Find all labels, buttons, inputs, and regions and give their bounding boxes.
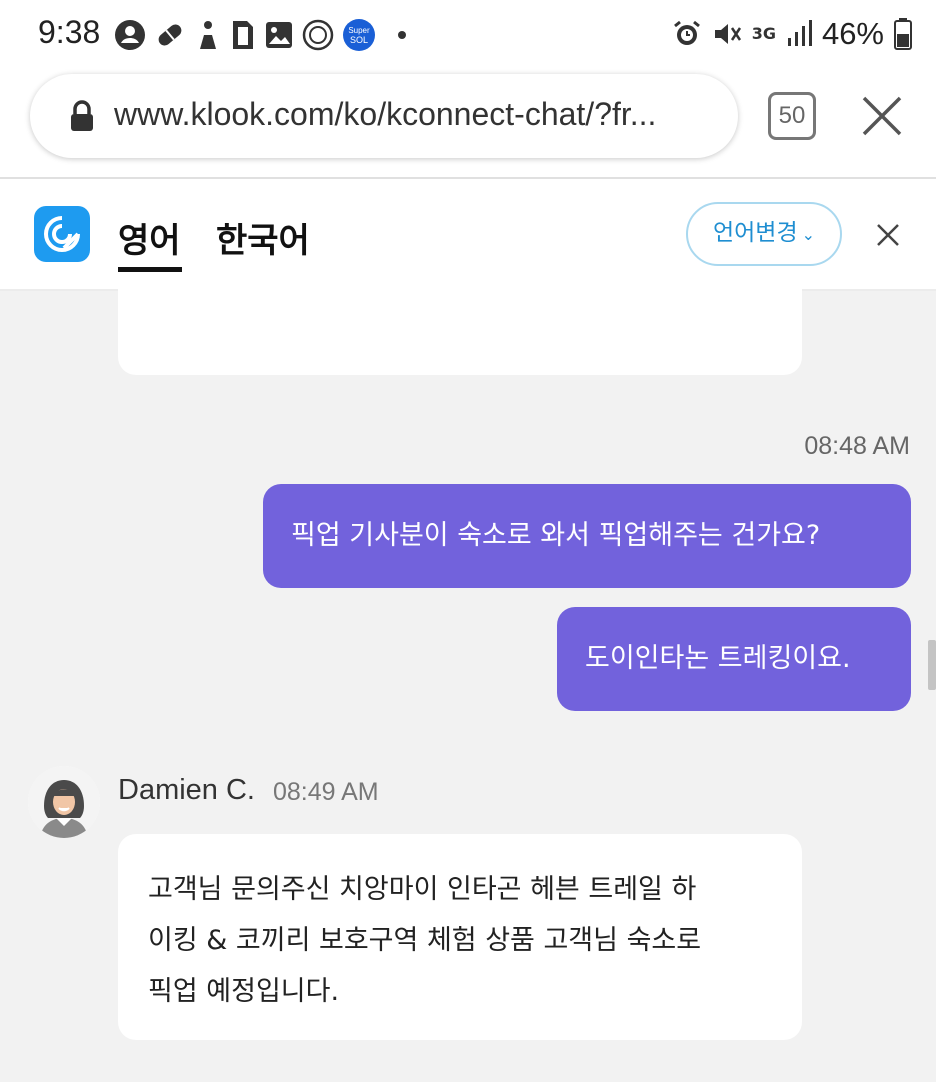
close-icon[interactable] [876, 223, 900, 247]
network-3g-icon: 3G [751, 24, 776, 43]
account-circle-icon [115, 20, 145, 50]
notification-icons: Super SOL [114, 17, 406, 53]
active-tab-indicator [118, 267, 182, 272]
chat-logo-icon [44, 216, 80, 252]
battery-icon [894, 18, 912, 50]
agent-avatar [28, 766, 100, 838]
svg-text:SOL: SOL [350, 35, 368, 45]
message-line: 픽업 예정입니다. [148, 976, 340, 1007]
incoming-message-bubble: 고객님 문의주신 치앙마이 인타곤 헤븐 트레일 하 이킹 & 코끼리 보호구역… [118, 834, 802, 1040]
agent-avatar-image [28, 766, 100, 838]
status-time: 9:38 [38, 14, 101, 50]
outgoing-message-bubble: 도이인타논 트레킹이요. [557, 607, 911, 711]
tab-korean[interactable]: 한국어 [216, 213, 310, 262]
more-notifications-dot [398, 31, 406, 39]
url-text[interactable]: www.klook.com/ko/kconnect-chat/?fr... [114, 96, 656, 133]
status-bar: 9:38 Super SOL 3G 46% [0, 0, 936, 70]
sim-card-icon [233, 21, 253, 49]
message-line: 고객님 문의주신 치앙마이 인타곤 헤븐 트레일 하 [148, 874, 697, 905]
tab-english[interactable]: 영어 [118, 213, 181, 262]
change-language-button[interactable]: 언어변경 ⌄ [686, 202, 842, 266]
scrollbar-handle[interactable] [928, 640, 936, 690]
browser-toolbar: www.klook.com/ko/kconnect-chat/?fr... 50 [0, 70, 936, 178]
tab-switcher-button[interactable]: 50 [768, 92, 816, 140]
message-timestamp: 08:48 AM [804, 432, 910, 460]
message-line: 이킹 & 코끼리 보호구역 체험 상품 고객님 숙소로 [148, 925, 702, 956]
chat-header: 영어 한국어 언어변경 ⌄ [0, 179, 936, 291]
alarm-icon [673, 20, 700, 45]
address-bar[interactable]: www.klook.com/ko/kconnect-chat/?fr... [30, 74, 738, 158]
person-icon [200, 21, 216, 49]
image-icon [266, 22, 292, 48]
badge-icon [302, 19, 334, 51]
close-icon[interactable] [860, 94, 904, 138]
chat-area[interactable]: 08:48 AM 픽업 기사분이 숙소로 와서 픽업해주는 건가요? 도이인타논… [0, 283, 936, 1082]
supersol-app-icon: SuperSOL [343, 19, 375, 51]
pill-icon [158, 24, 182, 46]
battery-percent: 46% [821, 16, 884, 51]
previous-message-bubble [118, 283, 802, 375]
system-icons: 3G 46% [672, 14, 912, 54]
agent-name: Damien C. [118, 774, 255, 806]
chevron-down-icon: ⌄ [801, 225, 816, 244]
lock-icon[interactable] [68, 100, 96, 132]
signal-icon [787, 20, 812, 46]
svg-text:Super: Super [348, 26, 370, 35]
mute-icon [714, 24, 741, 44]
outgoing-message-bubble: 픽업 기사분이 숙소로 와서 픽업해주는 건가요? [263, 484, 911, 588]
kconnect-logo [34, 206, 90, 262]
agent-message-time: 08:49 AM [273, 778, 379, 806]
change-language-label: 언어변경 [712, 220, 798, 246]
